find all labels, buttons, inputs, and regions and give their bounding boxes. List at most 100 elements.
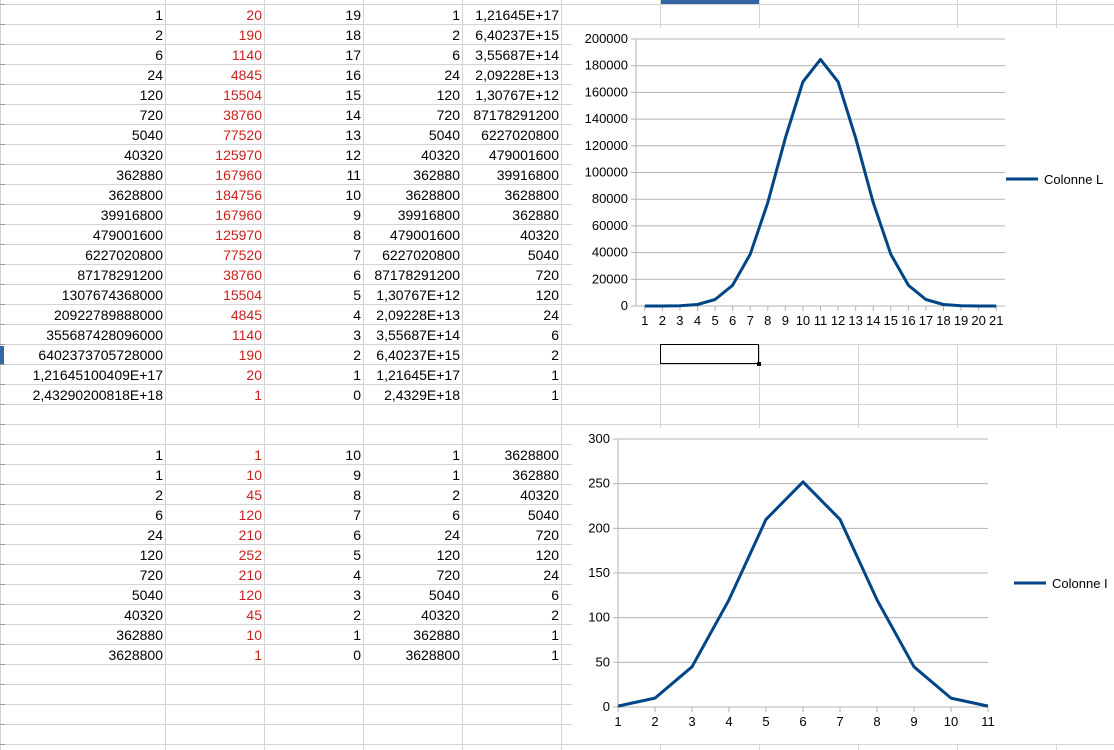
cell[interactable]: 3628800 [363, 645, 462, 665]
cell[interactable]: 120 [0, 85, 165, 105]
cell[interactable]: 5040 [462, 245, 561, 265]
cell[interactable]: 15 [264, 85, 363, 105]
cell[interactable]: 1 [165, 385, 264, 405]
cell[interactable]: 479001600 [462, 145, 561, 165]
cell[interactable]: 2,4329E+18 [363, 385, 462, 405]
cell[interactable]: 190 [165, 345, 264, 365]
cell[interactable]: 4 [264, 305, 363, 325]
cell[interactable]: 6,40237E+15 [462, 25, 561, 45]
cell[interactable]: 20 [165, 365, 264, 385]
cell[interactable]: 362880 [0, 625, 165, 645]
cell[interactable]: 4 [264, 565, 363, 585]
chart-bottom[interactable]: 0 50 100 150 200 250 300 1 2 3 4 5 6 7 8 9 10 11 Colonne I [572, 428, 1114, 744]
cell[interactable]: 38760 [165, 105, 264, 125]
cell[interactable]: 6 [363, 505, 462, 525]
cell[interactable]: 20922789888000 [0, 305, 165, 325]
cell[interactable]: 77520 [165, 245, 264, 265]
fill-handle[interactable] [757, 362, 761, 366]
cell[interactable]: 2 [0, 25, 165, 45]
cell[interactable]: 14 [264, 105, 363, 125]
cell[interactable]: 120 [165, 505, 264, 525]
cell[interactable]: 125970 [165, 145, 264, 165]
cell[interactable]: 45 [165, 605, 264, 625]
chart-top[interactable]: 0 20000 40000 60000 80000 100000 120000 140000 1… [572, 28, 1114, 344]
cell[interactable]: 7 [264, 505, 363, 525]
cell[interactable]: 210 [165, 525, 264, 545]
cell[interactable]: 40320 [0, 605, 165, 625]
cell[interactable]: 24 [363, 525, 462, 545]
cell[interactable]: 1307674368000 [0, 285, 165, 305]
cell[interactable]: 5040 [0, 125, 165, 145]
cell[interactable]: 1 [462, 365, 561, 385]
cell[interactable]: 4845 [165, 305, 264, 325]
cell[interactable]: 1,21645100409E+17 [0, 365, 165, 385]
cell[interactable]: 1,30767E+12 [462, 85, 561, 105]
cell[interactable]: 5040 [0, 585, 165, 605]
cell[interactable]: 87178291200 [363, 265, 462, 285]
cell[interactable]: 1 [165, 645, 264, 665]
cell[interactable]: 8 [264, 485, 363, 505]
cell[interactable]: 3 [264, 325, 363, 345]
cell[interactable]: 10 [165, 465, 264, 485]
cell[interactable]: 12 [264, 145, 363, 165]
cell[interactable]: 120 [462, 285, 561, 305]
cell[interactable]: 2 [0, 485, 165, 505]
cell[interactable]: 120 [363, 545, 462, 565]
cell[interactable]: 40320 [0, 145, 165, 165]
cell[interactable]: 6402373705728000 [0, 345, 165, 365]
cell[interactable]: 1 [363, 5, 462, 25]
cell[interactable]: 1,21645E+17 [363, 365, 462, 385]
cell[interactable]: 1140 [165, 325, 264, 345]
cell[interactable]: 120 [462, 545, 561, 565]
cell[interactable]: 720 [363, 105, 462, 125]
cell[interactable]: 19 [264, 5, 363, 25]
cell[interactable]: 3628800 [462, 445, 561, 465]
cell[interactable]: 3 [264, 585, 363, 605]
cell[interactable]: 1 [0, 445, 165, 465]
cell[interactable]: 6 [462, 325, 561, 345]
cell[interactable]: 6 [0, 505, 165, 525]
cell[interactable]: 10 [165, 625, 264, 645]
cell[interactable]: 5040 [462, 505, 561, 525]
cell[interactable]: 1 [462, 385, 561, 405]
cell[interactable]: 24 [462, 565, 561, 585]
cell[interactable]: 24 [363, 65, 462, 85]
cell[interactable]: 720 [462, 265, 561, 285]
cell[interactable]: 17 [264, 45, 363, 65]
cell[interactable]: 2 [264, 605, 363, 625]
cell[interactable]: 6227020800 [363, 245, 462, 265]
cell[interactable]: 6 [264, 265, 363, 285]
cell[interactable]: 5 [264, 545, 363, 565]
active-cell-cursor[interactable] [660, 344, 761, 366]
cell[interactable]: 720 [363, 565, 462, 585]
cell[interactable]: 5 [264, 285, 363, 305]
cell[interactable]: 1,30767E+12 [363, 285, 462, 305]
cell[interactable]: 3,55687E+14 [363, 325, 462, 345]
column-header-selected[interactable] [661, 0, 759, 4]
cell[interactable]: 1 [0, 465, 165, 485]
cell[interactable]: 3628800 [0, 645, 165, 665]
cell[interactable]: 720 [462, 525, 561, 545]
cell[interactable]: 210 [165, 565, 264, 585]
cell[interactable]: 10 [264, 445, 363, 465]
cell[interactable]: 40320 [363, 605, 462, 625]
cell[interactable]: 11 [264, 165, 363, 185]
cell[interactable]: 167960 [165, 165, 264, 185]
cell[interactable]: 16 [264, 65, 363, 85]
cell[interactable]: 3628800 [363, 185, 462, 205]
cell[interactable]: 720 [0, 105, 165, 125]
cell[interactable]: 6,40237E+15 [363, 345, 462, 365]
cell[interactable]: 362880 [462, 205, 561, 225]
cell[interactable]: 1,21645E+17 [462, 5, 561, 25]
cell[interactable]: 190 [165, 25, 264, 45]
cell[interactable]: 167960 [165, 205, 264, 225]
cell[interactable]: 40320 [462, 225, 561, 245]
cell[interactable]: 2 [363, 25, 462, 45]
cell[interactable]: 125970 [165, 225, 264, 245]
cell[interactable]: 2 [462, 605, 561, 625]
cell[interactable]: 10 [264, 185, 363, 205]
cell[interactable]: 39916800 [363, 205, 462, 225]
cell[interactable]: 2 [363, 485, 462, 505]
cell[interactable]: 15504 [165, 85, 264, 105]
cell[interactable]: 1 [0, 5, 165, 25]
